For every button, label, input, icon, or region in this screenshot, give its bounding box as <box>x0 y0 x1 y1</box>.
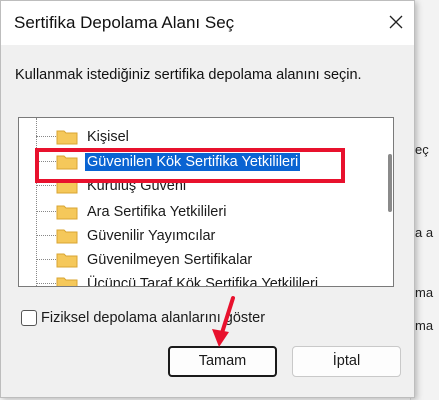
folder-icon <box>56 277 78 286</box>
folder-icon <box>56 253 78 268</box>
background-text: ma <box>415 318 434 333</box>
folder-icon <box>56 130 78 145</box>
scrollbar-thumb[interactable] <box>388 154 392 212</box>
cancel-button[interactable]: İptal <box>292 346 401 377</box>
ok-button[interactable]: Tamam <box>168 346 277 377</box>
tree-item-label: Üçüncü Taraf Kök Sertifika Yetkilileri <box>87 276 319 287</box>
show-physical-stores-checkbox[interactable] <box>21 310 37 326</box>
close-button[interactable] <box>386 12 406 32</box>
show-physical-stores-label: Fiziksel depolama alanlarını göster <box>41 310 266 326</box>
tree-item-third-party-root[interactable]: Üçüncü Taraf Kök Sertifika Yetkilileri <box>19 274 379 287</box>
tree-item-label: Kişisel <box>87 129 129 145</box>
title-bar: Sertifika Depolama Alanı Seç <box>1 1 414 45</box>
tree-item-intermediate[interactable]: Ara Sertifika Yetkilileri <box>19 202 379 222</box>
folder-icon <box>56 205 78 220</box>
tree-item-label: Güvenilmeyen Sertifikalar <box>87 252 253 268</box>
annotation-highlight-box <box>35 148 345 183</box>
background-text: eç <box>415 142 429 157</box>
certificate-store-tree[interactable]: Kişisel Güvenilen Kök Sertifika Yetkilil… <box>18 117 394 287</box>
background-text: a a <box>415 225 434 240</box>
close-icon <box>389 15 403 29</box>
tree-item-untrusted[interactable]: Güvenilmeyen Sertifikalar <box>19 250 379 270</box>
folder-icon <box>56 229 78 244</box>
tree-item-label: Ara Sertifika Yetkilileri <box>87 204 227 220</box>
tree-item-label: Güvenilir Yayımcılar <box>87 228 216 244</box>
select-certificate-store-dialog: Sertifika Depolama Alanı Seç Kullanmak i… <box>0 0 415 398</box>
tree-item-kisisel[interactable]: Kişisel <box>19 127 379 147</box>
dialog-title: Sertifika Depolama Alanı Seç <box>14 13 235 32</box>
tree-item-trusted-publishers[interactable]: Güvenilir Yayımcılar <box>19 226 379 246</box>
dialog-description: Kullanmak istediğiniz sertifika depolama… <box>15 67 362 83</box>
background-text: ma <box>415 285 434 300</box>
